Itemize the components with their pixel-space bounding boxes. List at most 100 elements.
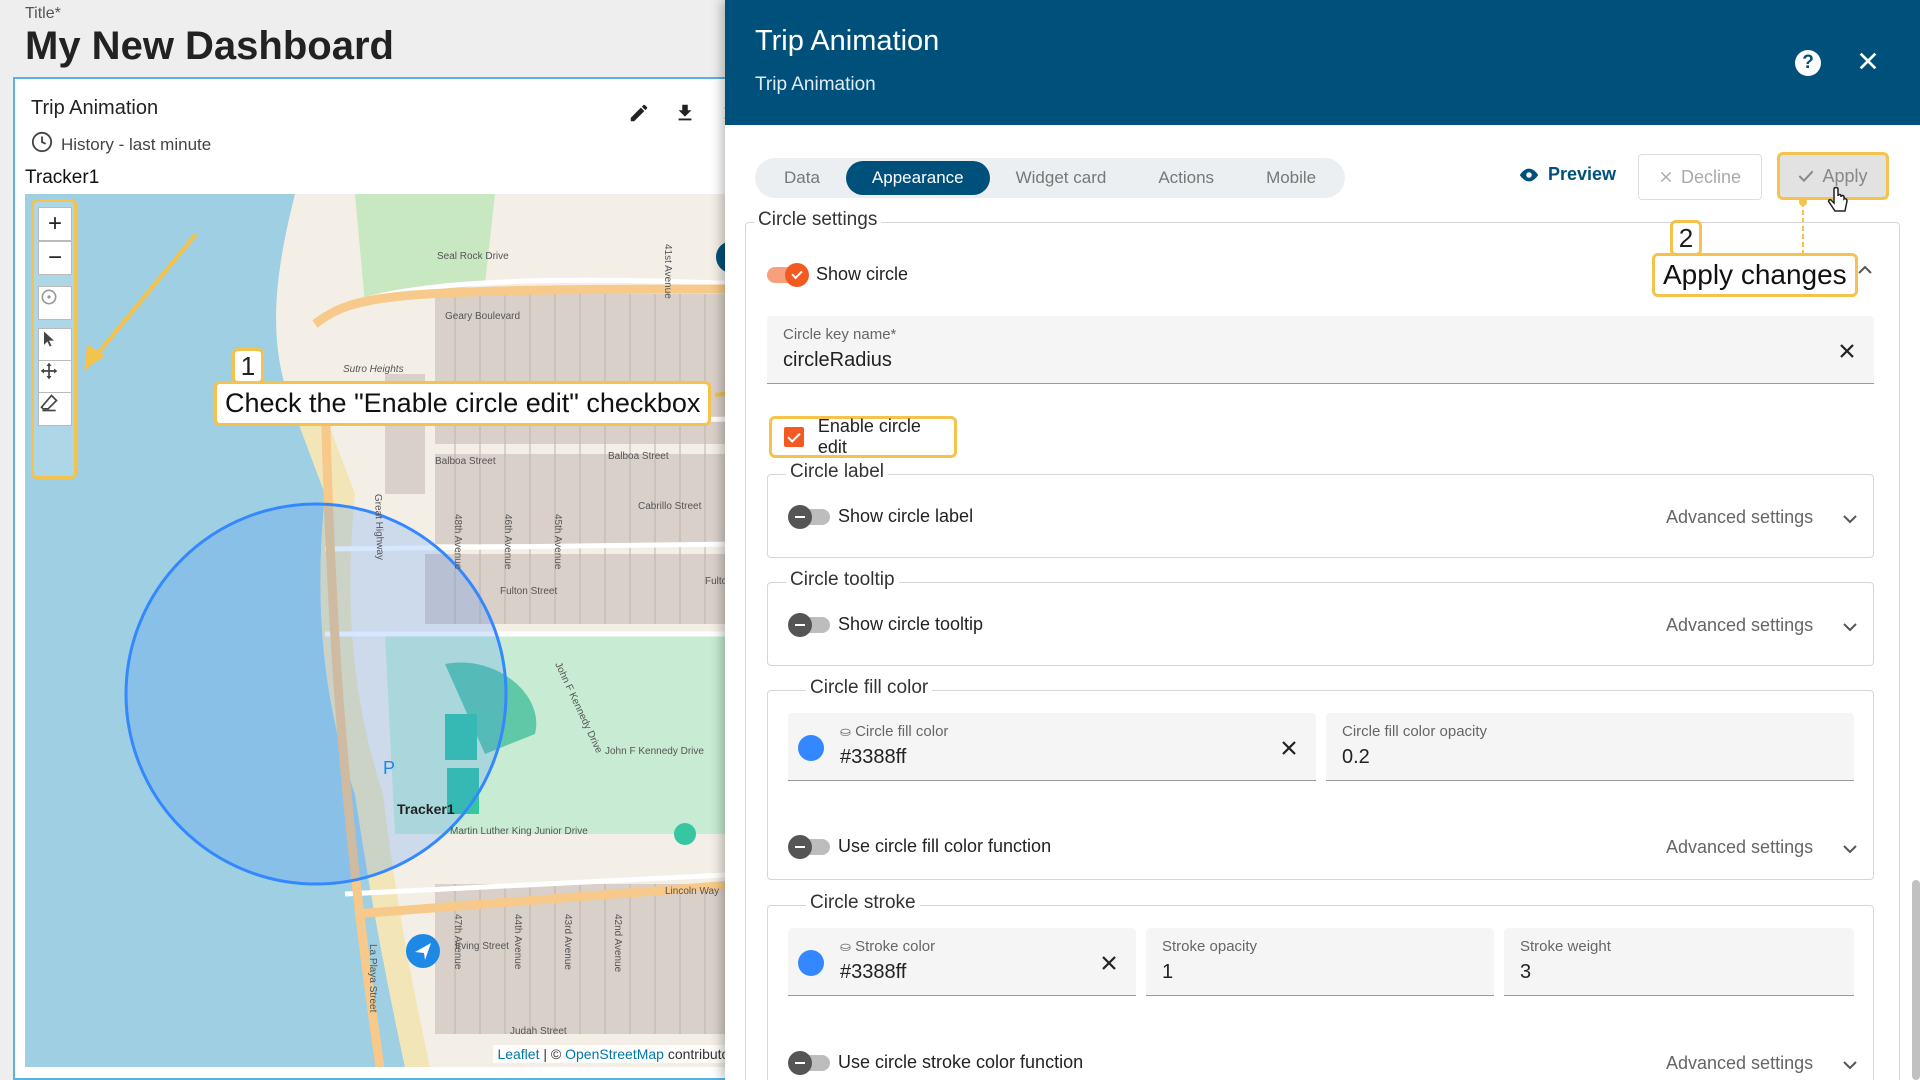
circle-draw-icon <box>41 289 57 305</box>
tab-actions[interactable]: Actions <box>1132 161 1240 195</box>
show-circle-tooltip-toggle[interactable] <box>788 612 830 637</box>
leaflet-link[interactable]: Leaflet <box>497 1046 539 1062</box>
close-panel-icon[interactable] <box>1857 46 1879 80</box>
download-icon[interactable] <box>673 101 697 125</box>
move-icon <box>40 362 58 380</box>
street-jfk: John F Kennedy Drive <box>605 746 704 757</box>
show-circle-label-text: Show circle label <box>838 506 974 526</box>
fill-color-label-text: Circle fill color <box>855 723 949 740</box>
chevron-down-icon[interactable] <box>1843 619 1857 635</box>
circle-fill-color-field[interactable]: ⛀ Circle fill color #3388ff <box>788 713 1316 781</box>
widget-timewindow[interactable]: History - last minute <box>31 131 211 158</box>
drag-layer-button[interactable] <box>38 360 72 394</box>
circle-stroke-advanced[interactable]: Advanced settings <box>1666 1053 1813 1074</box>
circle-stroke-legend: Circle stroke <box>806 892 920 914</box>
fill-function-switch[interactable] <box>788 834 830 859</box>
eye-icon <box>1519 168 1539 181</box>
circle-key-name-value[interactable]: circleRadius <box>783 349 892 372</box>
panel-scrollbar[interactable] <box>1912 880 1920 1080</box>
clock-icon <box>31 131 53 158</box>
osm-link[interactable]: OpenStreetMap <box>565 1046 664 1062</box>
edit-layer-button[interactable] <box>38 328 72 362</box>
stroke-function-switch[interactable] <box>788 1050 830 1075</box>
circle-stroke-group: Circle stroke ⛀ Stroke color #3388ff Str… <box>767 892 1874 1080</box>
edit-icon[interactable] <box>627 101 651 125</box>
decline-button[interactable]: Decline <box>1638 154 1762 200</box>
circle-fill-group: Circle fill color ⛀ Circle fill color #3… <box>767 677 1874 880</box>
timewindow-label: History - last minute <box>61 134 212 154</box>
circle-key-name-field[interactable]: Circle key name* circleRadius <box>767 316 1874 384</box>
parking-icon: P <box>383 758 395 778</box>
zoom-in-button[interactable]: + <box>38 207 72 241</box>
stroke-opacity-value[interactable]: 1 <box>1162 961 1173 984</box>
show-circle-switch[interactable] <box>767 262 809 287</box>
stroke-weight-label: Stroke weight <box>1520 938 1611 955</box>
clear-stroke-color-icon[interactable] <box>1100 948 1118 979</box>
stroke-color-field[interactable]: ⛀ Stroke color #3388ff <box>788 928 1136 996</box>
circle-key-name-label: Circle key name* <box>783 326 897 343</box>
street-44th: 44th Avenue <box>512 914 523 970</box>
circle-tooltip-advanced[interactable]: Advanced settings <box>1666 615 1813 636</box>
help-icon[interactable]: ? <box>1795 50 1821 76</box>
fill-function-text: Use circle fill color function <box>838 836 1052 856</box>
show-circle-label-toggle[interactable] <box>788 504 830 529</box>
circle-tooltip-group: Circle tooltip Show circle tooltip Advan… <box>767 569 1874 666</box>
tab-mobile[interactable]: Mobile <box>1240 161 1342 195</box>
circle-fill-opacity-field[interactable]: Circle fill color opacity 0.2 <box>1326 713 1854 781</box>
stroke-opacity-label: Stroke opacity <box>1162 938 1258 955</box>
trip-animation-widget[interactable]: Trip Animation History - last minute Tra… <box>13 77 730 1080</box>
street-balboa-2: Balboa Street <box>608 451 669 462</box>
stroke-function-toggle[interactable] <box>788 1050 830 1075</box>
show-circle-tooltip-switch[interactable] <box>788 612 830 637</box>
widget-toolbar <box>627 101 730 125</box>
tracker-label: Tracker1 <box>25 167 100 188</box>
fill-color-value[interactable]: #3388ff <box>840 746 906 769</box>
decline-x-icon <box>1660 171 1672 183</box>
street-41st: 41st Avenue <box>662 244 673 299</box>
enable-circle-edit-checkbox[interactable]: Enable circle edit <box>769 416 957 458</box>
show-circle-label-switch[interactable] <box>788 504 830 529</box>
stroke-color-label: ⛀ Stroke color <box>840 938 935 955</box>
zoom-out-button[interactable]: − <box>38 241 72 275</box>
chevron-down-icon[interactable] <box>1843 1057 1857 1073</box>
circle-label-legend: Circle label <box>786 461 888 483</box>
map[interactable]: Seal Rock Drive Geary Boulevard Sutro He… <box>25 194 730 1067</box>
callout-2-number: 2 <box>1670 220 1702 256</box>
tab-widget-card[interactable]: Widget card <box>990 161 1133 195</box>
stroke-color-value[interactable]: #3388ff <box>840 961 906 984</box>
tab-appearance[interactable]: Appearance <box>845 161 990 195</box>
enable-circle-edit-label: Enable circle edit <box>817 416 921 457</box>
fill-function-toggle[interactable] <box>788 834 830 859</box>
eraser-icon <box>40 394 58 412</box>
remove-layer-button[interactable] <box>38 392 72 426</box>
show-circle-toggle[interactable] <box>767 262 809 287</box>
preview-button[interactable]: Preview <box>1518 164 1616 185</box>
clear-fill-color-icon[interactable] <box>1280 733 1298 764</box>
enable-circle-edit-box[interactable] <box>784 427 804 447</box>
stroke-weight-field[interactable]: Stroke weight 3 <box>1504 928 1854 996</box>
circle-settings-legend: Circle settings <box>754 209 882 231</box>
street-46th: 46th Avenue <box>502 514 513 570</box>
chevron-up-icon[interactable] <box>1858 262 1872 280</box>
circle-label-advanced[interactable]: Advanced settings <box>1666 507 1813 528</box>
circle-label-group: Circle label Show circle label Advanced … <box>767 461 1874 558</box>
chevron-down-icon[interactable] <box>1843 511 1857 527</box>
fill-color-swatch[interactable] <box>798 735 824 761</box>
street-geary: Geary Boulevard <box>445 311 520 322</box>
panel-subtitle: Trip Animation <box>755 74 876 95</box>
circle-edit-button[interactable] <box>38 286 72 320</box>
tab-data[interactable]: Data <box>758 161 846 195</box>
stroke-weight-value[interactable]: 3 <box>1520 961 1531 984</box>
dashboard-title[interactable]: My New Dashboard <box>25 24 394 69</box>
clear-key-icon[interactable] <box>1838 336 1856 367</box>
fill-opacity-value[interactable]: 0.2 <box>1342 746 1370 769</box>
attribution-separator: | © <box>539 1046 566 1062</box>
circle-fill-advanced[interactable]: Advanced settings <box>1666 837 1813 858</box>
callout-1-number: 1 <box>232 348 264 384</box>
chevron-down-icon[interactable] <box>1843 841 1857 857</box>
street-sutro: Sutro Heights <box>343 364 404 375</box>
show-circle-label: Show circle <box>816 264 909 284</box>
dashboard-title-label: Title* <box>25 5 61 22</box>
stroke-opacity-field[interactable]: Stroke opacity 1 <box>1146 928 1494 996</box>
stroke-color-swatch[interactable] <box>798 950 824 976</box>
